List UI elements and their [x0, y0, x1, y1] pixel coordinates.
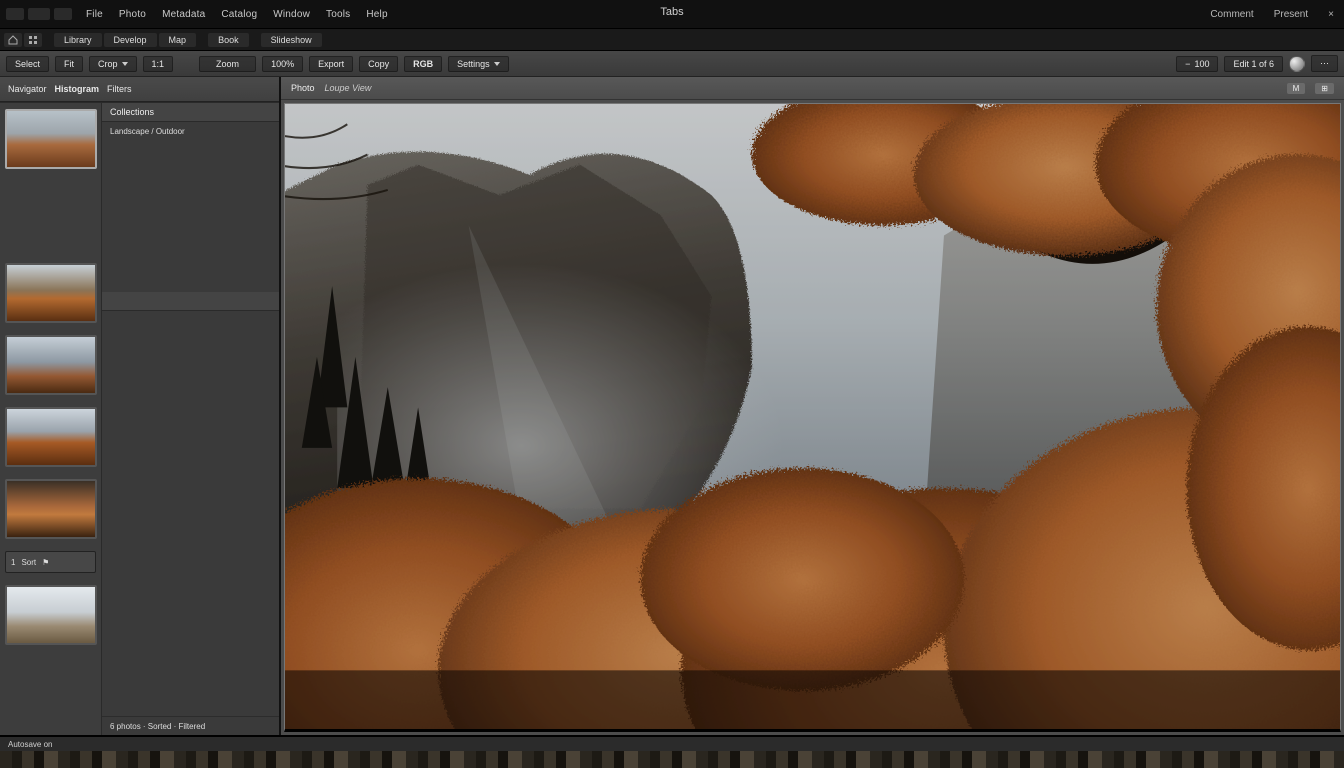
module-slideshow[interactable]: Slideshow: [261, 33, 322, 47]
option-copy[interactable]: Copy: [359, 56, 398, 72]
panel-header-collections[interactable]: Collections: [102, 103, 279, 122]
menu-help[interactable]: Help: [364, 7, 389, 22]
module-map[interactable]: Map: [159, 33, 197, 47]
option-bar: Select Fit Crop 1:1 Zoom 100% Export Cop…: [0, 51, 1344, 77]
option-export[interactable]: Export: [309, 56, 353, 72]
canvas-view-label: Loupe View: [325, 83, 372, 93]
grid-icon[interactable]: [24, 33, 42, 47]
option-label: Copy: [368, 59, 389, 69]
canvas-area: Photo Loupe View M ⊞: [281, 77, 1344, 735]
panel-body: Landscape / Outdoor: [102, 122, 279, 292]
option-label: Select: [15, 59, 40, 69]
option-select[interactable]: Select: [6, 56, 49, 72]
canvas-badge[interactable]: M: [1287, 83, 1306, 94]
logo-chip: [54, 8, 72, 20]
option-label: Zoom: [216, 59, 239, 69]
panel-body: [102, 311, 279, 716]
menu-present[interactable]: Present: [1270, 9, 1312, 20]
panel-divider[interactable]: [102, 292, 279, 311]
filmstrip: 1 Sort ⚑: [0, 103, 102, 735]
canvas-file-label: Photo: [291, 83, 315, 93]
option-ratio[interactable]: 1:1: [143, 56, 174, 72]
option-label: 100%: [271, 59, 294, 69]
menu-photo[interactable]: Photo: [117, 7, 148, 22]
panel-item-label: Landscape / Outdoor: [110, 127, 185, 136]
window-close-button[interactable]: ×: [1324, 9, 1338, 20]
thumbnail[interactable]: [5, 263, 97, 323]
sidebar-panels: Collections Landscape / Outdoor 6 photos…: [102, 103, 279, 735]
zoom-value: 100: [1194, 59, 1209, 69]
chevron-down-icon: [122, 62, 128, 66]
home-icon[interactable]: [4, 33, 22, 47]
panel-title: Collections: [110, 107, 154, 117]
left-sidebar: Navigator Histogram Filters 1 Sort ⚑: [0, 77, 281, 735]
canvas-tabs: Photo Loupe View M ⊞: [281, 77, 1344, 100]
thumbnail[interactable]: [5, 407, 97, 467]
option-fit[interactable]: Fit: [55, 56, 83, 72]
chevron-down-icon: [494, 62, 500, 66]
thumbnail-controls[interactable]: 1 Sort ⚑: [5, 551, 96, 573]
module-bar: Library Develop Map Book Slideshow: [0, 29, 1344, 51]
menu-catalog[interactable]: Catalog: [219, 7, 259, 22]
option-label: Settings: [457, 59, 490, 69]
status-bar: Autosave on: [0, 737, 1344, 751]
thumb-ctrl-label: Sort: [21, 558, 36, 567]
window-title: Tabs: [660, 6, 683, 18]
option-label: Fit: [64, 59, 74, 69]
thumbnail[interactable]: [5, 479, 97, 539]
workspace: Navigator Histogram Filters 1 Sort ⚑: [0, 77, 1344, 735]
panel-item[interactable]: Landscape / Outdoor: [102, 122, 279, 140]
logo-chip: [6, 8, 24, 20]
option-more[interactable]: ⋯: [1311, 55, 1338, 72]
thumbnail[interactable]: [5, 335, 97, 395]
module-develop[interactable]: Develop: [104, 33, 157, 47]
module-library[interactable]: Library: [54, 33, 102, 47]
sidebar-tab-histogram[interactable]: Histogram: [55, 84, 100, 94]
option-label: 1:1: [152, 59, 165, 69]
option-zoom[interactable]: Zoom: [199, 56, 256, 72]
option-crop[interactable]: Crop: [89, 56, 137, 72]
status-text: Autosave on: [8, 740, 52, 749]
option-label: Export: [318, 59, 344, 69]
thumb-ctrl-label: 1: [11, 558, 15, 567]
image-preview[interactable]: [284, 103, 1341, 732]
panel-toggle-icon[interactable]: ⊞: [1315, 83, 1334, 94]
option-edit-count: Edit 1 of 6: [1224, 56, 1283, 72]
dots-icon: ⋯: [1320, 58, 1329, 69]
sidebar-footer-label: 6 photos · Sorted · Filtered: [110, 722, 205, 731]
option-label: Edit 1 of 6: [1233, 59, 1274, 69]
sidebar-tab-filters[interactable]: Filters: [107, 84, 132, 94]
color-picker-knob[interactable]: [1289, 56, 1305, 72]
option-zoom-stepper[interactable]: − 100: [1176, 56, 1218, 72]
module-book[interactable]: Book: [208, 33, 249, 47]
menu-comment[interactable]: Comment: [1206, 9, 1257, 20]
option-zoom-val[interactable]: 100%: [262, 56, 303, 72]
menu-file[interactable]: File: [84, 7, 105, 22]
menu-tools[interactable]: Tools: [324, 7, 352, 22]
sidebar-tab-navigator[interactable]: Navigator: [8, 84, 47, 94]
thumbnail[interactable]: [5, 109, 97, 169]
sidebar-footer: 6 photos · Sorted · Filtered: [102, 716, 279, 735]
menu-metadata[interactable]: Metadata: [160, 7, 207, 22]
minus-icon: −: [1185, 59, 1190, 69]
logo-chip: [28, 8, 50, 20]
menu-window[interactable]: Window: [271, 7, 312, 22]
option-settings[interactable]: Settings: [448, 56, 509, 72]
desktop-background: Autosave on: [0, 735, 1344, 768]
option-label: Crop: [98, 59, 118, 69]
sidebar-tabs: Navigator Histogram Filters: [0, 77, 279, 102]
app-logo: [6, 8, 72, 20]
thumbnail[interactable]: [5, 585, 97, 645]
option-rgb[interactable]: RGB: [404, 56, 442, 72]
flag-icon: ⚑: [42, 558, 49, 567]
menubar: File Photo Metadata Catalog Window Tools…: [0, 0, 1344, 29]
option-label: RGB: [413, 59, 433, 69]
